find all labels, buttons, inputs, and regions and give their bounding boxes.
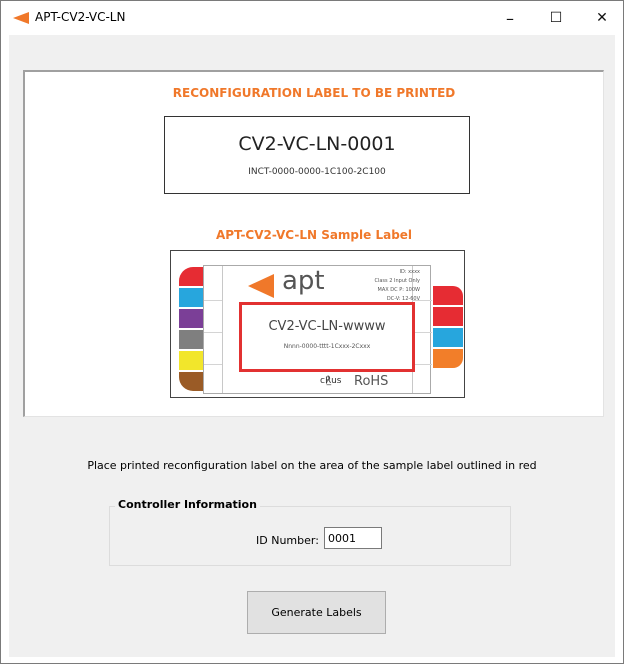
divider [204, 364, 222, 365]
spec-list: ID: xxxx Class 2 Input Only MAX DC P: 10… [374, 268, 420, 304]
maximize-button[interactable]: ☐ [533, 1, 579, 35]
minimize-icon: – [506, 8, 514, 28]
id-number-label: ID Number: [256, 534, 319, 547]
reconfiguration-area-outline: CV2-VC-LN-wwww Nnnn-0000-tttt-1Cxxx-2Cxx… [239, 302, 415, 372]
wire-swatch [433, 328, 463, 347]
sample-area-main: CV2-VC-LN-wwww [268, 319, 386, 334]
divider [204, 300, 222, 301]
instruction-text: Place printed reconfiguration label on t… [87, 459, 537, 472]
print-label-sub: INCT-0000-0000-1C100-2C100 [248, 167, 386, 177]
divider [412, 364, 432, 365]
app-window: APT-CV2-VC-LN – ☐ ✕ RECONFIGURATION LABE… [0, 0, 624, 664]
maximize-icon: ☐ [549, 10, 563, 26]
wire-swatch [433, 286, 463, 305]
window-title: APT-CV2-VC-LN [35, 10, 126, 24]
apt-logo-arrow-icon [248, 274, 274, 298]
close-icon: ✕ [596, 10, 608, 26]
client-area: RECONFIGURATION LABEL TO BE PRINTED CV2-… [9, 35, 615, 657]
id-number-input[interactable] [324, 527, 382, 549]
print-label-main: CV2-VC-LN-0001 [238, 133, 396, 155]
sample-label-image: apt ID: xxxx Class 2 Input Only MAX DC P… [170, 250, 465, 398]
controller-info-legend: Controller Information [115, 498, 260, 511]
ul-certification-logo: c℟̲us [320, 376, 342, 386]
minimize-button[interactable]: – [487, 1, 533, 35]
apt-orange-arrow-icon [13, 12, 29, 24]
divider [204, 332, 222, 333]
apt-brand-text: apt [282, 266, 325, 296]
spec-line: ID: xxxx [399, 269, 420, 275]
sample-label-body: apt ID: xxxx Class 2 Input Only MAX DC P… [203, 265, 432, 394]
title-bar[interactable]: APT-CV2-VC-LN – ☐ ✕ [1, 1, 623, 35]
generate-labels-button[interactable]: Generate Labels [247, 591, 386, 634]
label-panel: RECONFIGURATION LABEL TO BE PRINTED CV2-… [23, 70, 604, 417]
print-heading: RECONFIGURATION LABEL TO BE PRINTED [172, 86, 456, 100]
spec-line: MAX DC P: 100W [377, 287, 420, 293]
sample-area-sub: Nnnn-0000-tttt-1Cxxx-2Cxxx [283, 343, 371, 350]
print-label-preview: CV2-VC-LN-0001 INCT-0000-0000-1C100-2C10… [164, 116, 470, 194]
spec-line: Class 2 Input Only [374, 278, 420, 284]
rohs-mark: RoHS [354, 374, 389, 389]
divider [222, 266, 223, 393]
wire-swatch [433, 307, 463, 326]
divider [412, 332, 432, 333]
sample-heading: APT-CV2-VC-LN Sample Label [215, 228, 413, 242]
wire-swatch [433, 349, 463, 368]
close-button[interactable]: ✕ [579, 1, 624, 35]
